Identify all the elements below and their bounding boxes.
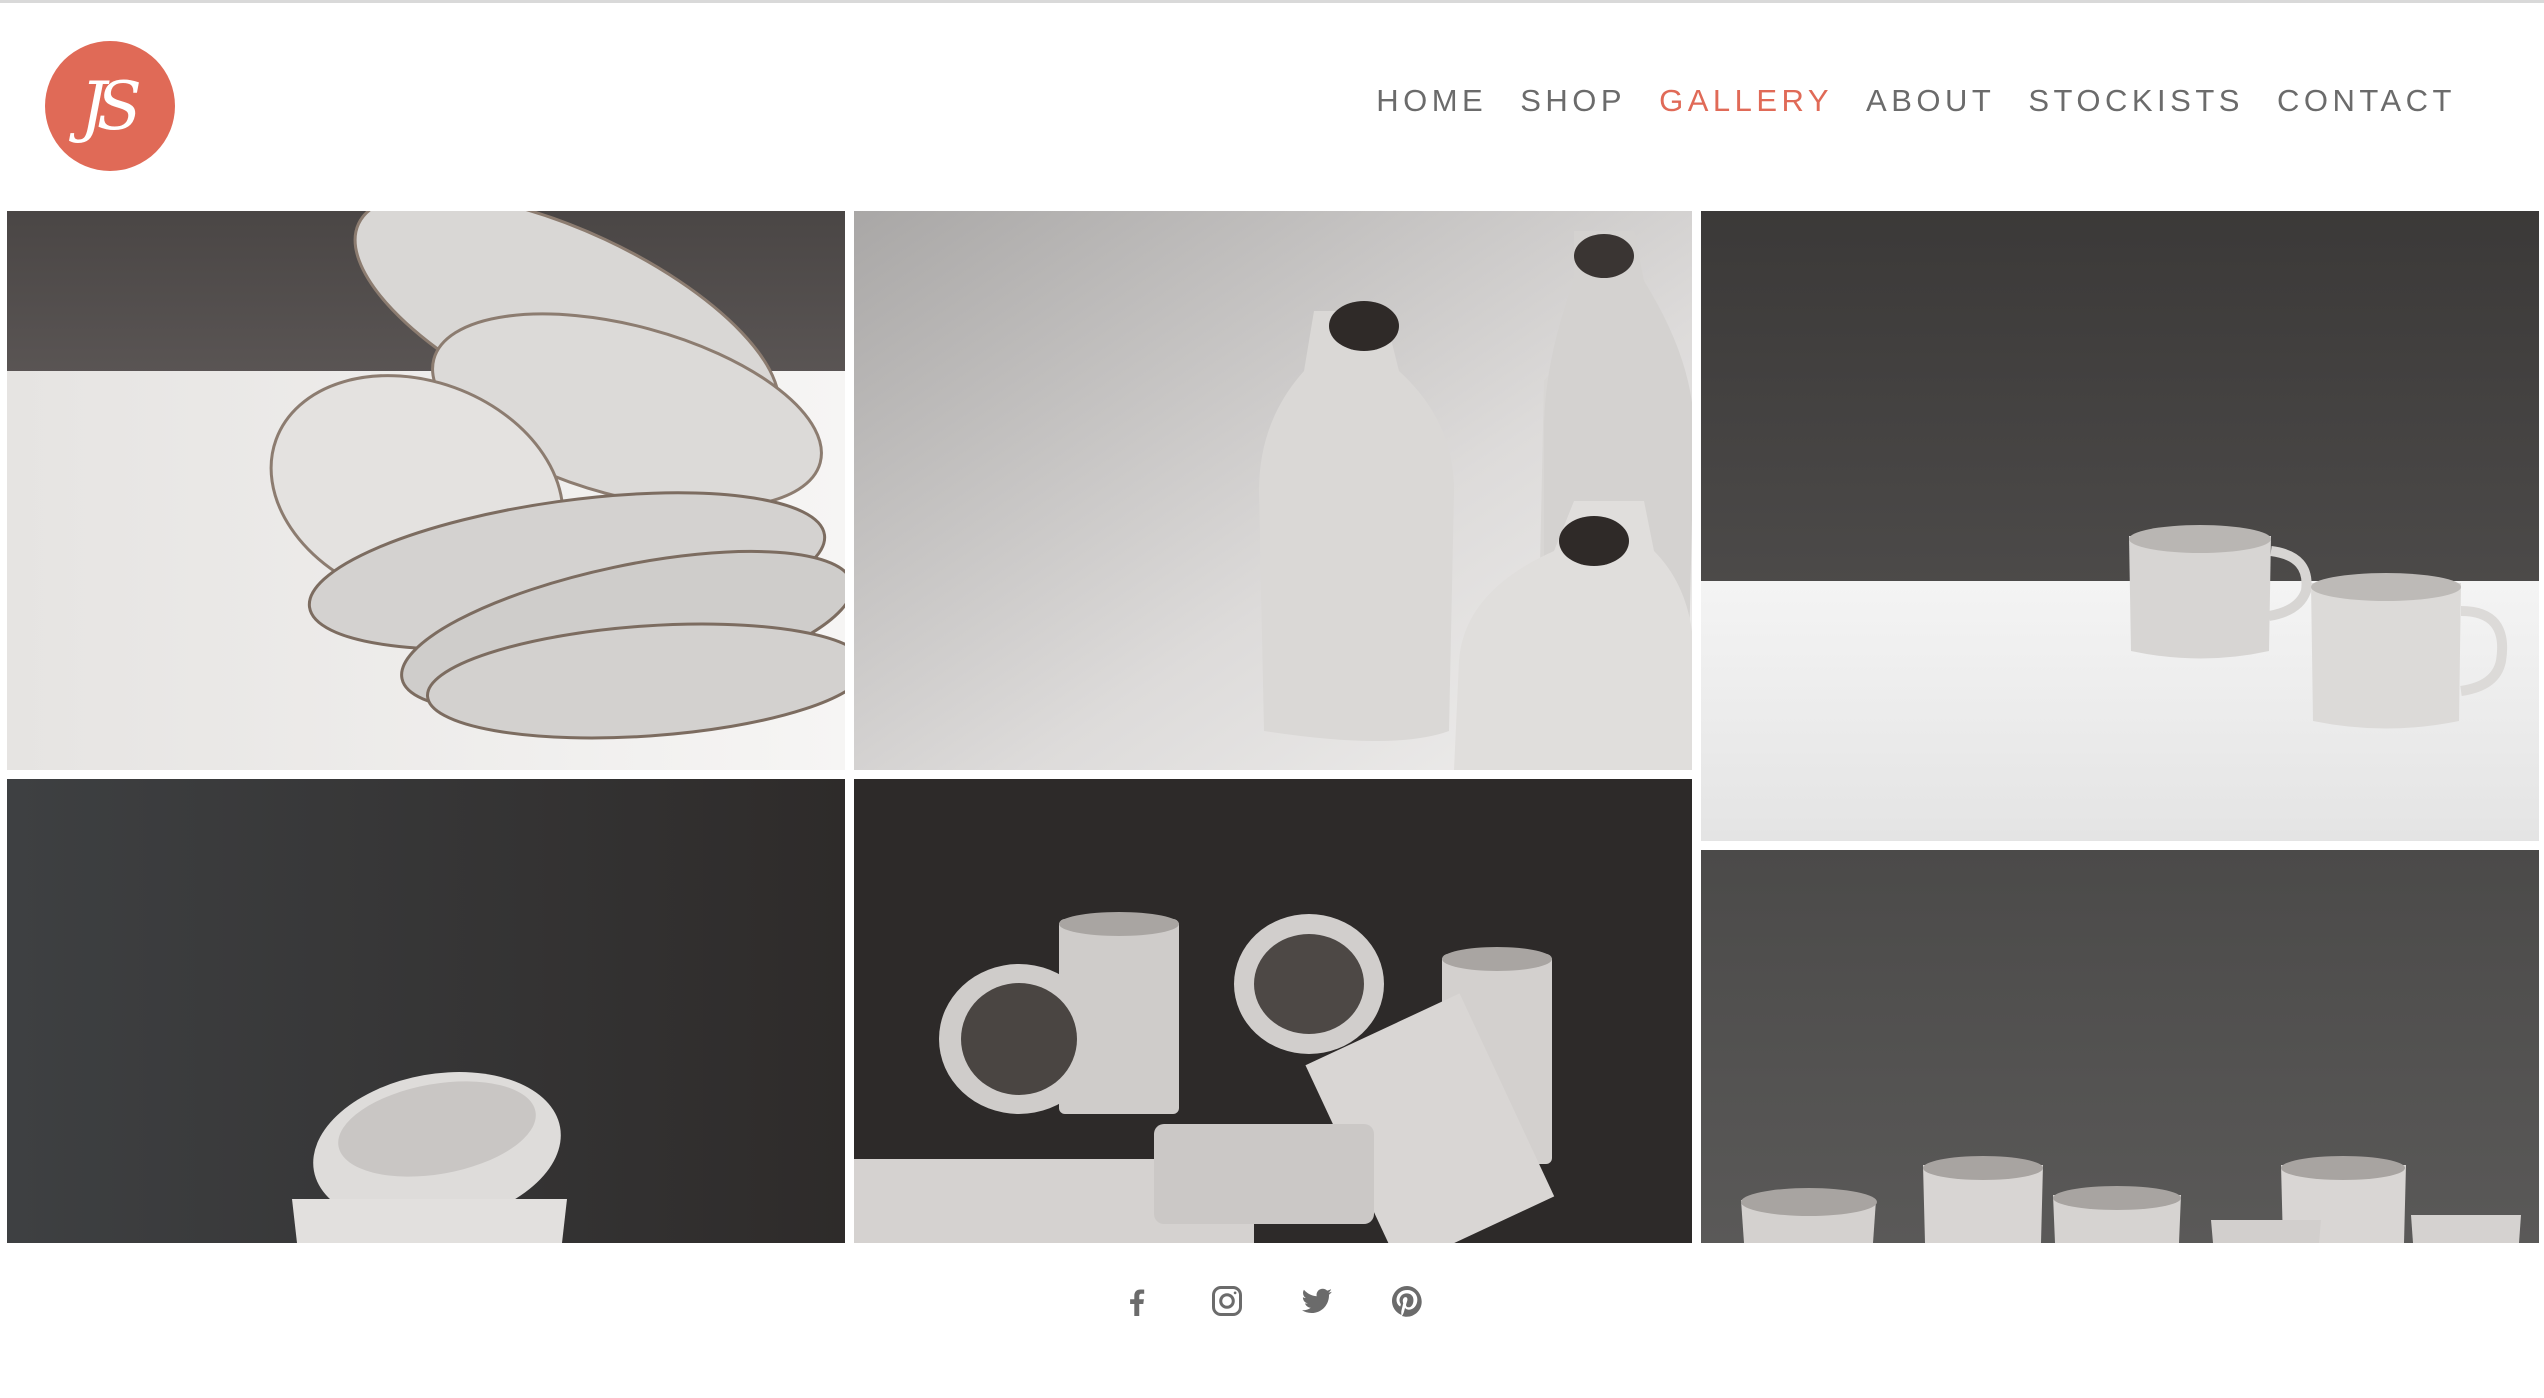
pinterest-icon[interactable] <box>1387 1281 1427 1321</box>
site-logo[interactable]: JS <box>45 41 175 171</box>
gallery-image-bowls[interactable] <box>7 211 845 770</box>
logo-text: JS <box>80 67 142 145</box>
social-links <box>0 1281 2544 1321</box>
instagram-icon[interactable] <box>1207 1281 1247 1321</box>
nav-about[interactable]: ABOUT <box>1866 83 1995 119</box>
twitter-icon[interactable] <box>1297 1281 1337 1321</box>
gallery-image-vase-pile[interactable] <box>854 779 1692 1243</box>
nav-shop[interactable]: SHOP <box>1520 83 1626 119</box>
facebook-icon[interactable] <box>1117 1281 1157 1321</box>
nav-contact[interactable]: CONTACT <box>2277 83 2456 119</box>
nav-home[interactable]: HOME <box>1376 83 1487 119</box>
gallery-image-mugs[interactable] <box>1701 211 2539 841</box>
gallery-image-cups[interactable] <box>1701 850 2539 1243</box>
gallery-image-dark-bowls[interactable] <box>7 779 845 1243</box>
gallery-image-bottles[interactable] <box>854 211 1692 770</box>
page: JS HOME SHOP GALLERY ABOUT STOCKISTS CON… <box>0 0 2544 1398</box>
main-nav: HOME SHOP GALLERY ABOUT STOCKISTS CONTAC… <box>1376 83 2456 119</box>
nav-stockists[interactable]: STOCKISTS <box>2028 83 2244 119</box>
nav-gallery[interactable]: GALLERY <box>1659 83 1833 119</box>
